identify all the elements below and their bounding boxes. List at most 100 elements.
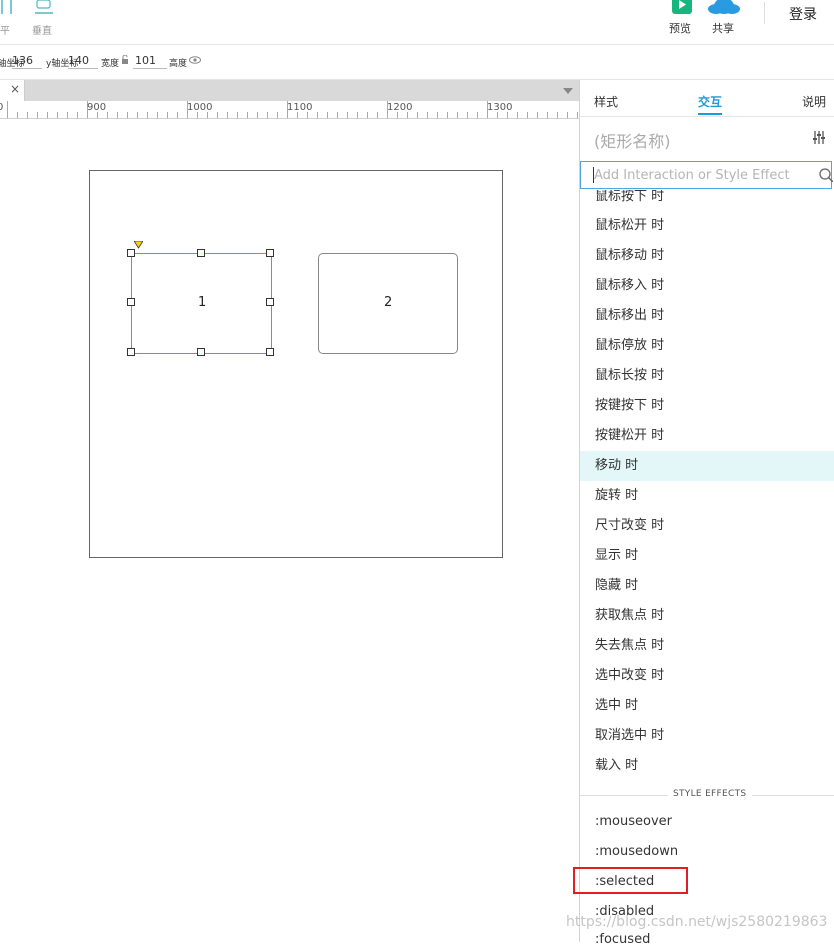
ruler-tick (517, 112, 518, 118)
event-item[interactable]: 旋转 时 (580, 481, 834, 511)
dynamic-panel-frame[interactable] (89, 170, 503, 558)
rectangle-1[interactable]: 1 (131, 253, 272, 354)
resize-handle-left[interactable] (127, 298, 135, 306)
close-tab-icon[interactable]: × (10, 82, 20, 96)
event-item[interactable]: 失去焦点 时 (580, 631, 834, 661)
ruler-tick (367, 112, 368, 118)
event-item[interactable]: 鼠标停放 时 (580, 331, 834, 361)
ruler-tick (447, 112, 448, 118)
ruler-tick (147, 112, 148, 118)
ruler-tick (247, 112, 248, 118)
distribute-horizontal-button[interactable]: 平 (0, 0, 16, 40)
event-item[interactable]: 鼠标松开 时 (580, 211, 834, 241)
ruler-tick (377, 112, 378, 118)
event-item[interactable]: 鼠标长按 时 (580, 361, 834, 391)
ruler-tick (37, 112, 38, 118)
resize-handle-bottom-left[interactable] (127, 348, 135, 356)
page-tab[interactable]: × (0, 80, 25, 101)
ruler-tick (7, 101, 8, 118)
ruler-tick (217, 112, 218, 118)
share-button[interactable]: 共享 (708, 0, 742, 40)
event-item[interactable]: 取消选中 时 (580, 721, 834, 751)
rectangle-1-label: 1 (198, 295, 207, 310)
event-item[interactable]: 获取焦点 时 (580, 601, 834, 631)
ruler-tick (67, 112, 68, 118)
event-item[interactable]: 载入 时 (580, 751, 834, 781)
resize-handle-top-right[interactable] (266, 249, 274, 257)
ruler-tick (567, 112, 568, 118)
login-button[interactable]: 登录 (789, 4, 817, 24)
event-item[interactable]: 选中 时 (580, 691, 834, 721)
event-item[interactable]: 按键按下 时 (580, 391, 834, 421)
distribute-vertical-icon (35, 0, 53, 14)
ruler-tick (17, 112, 18, 118)
text-caret (593, 167, 594, 183)
distribute-horizontal-icon (1, 0, 12, 14)
tab-notes[interactable]: 说明 (802, 93, 826, 110)
style-effect-focused[interactable]: :focused (595, 932, 650, 947)
ruler-tick (107, 112, 108, 118)
watermark: https://blog.csdn.net/wjs2580219863 (566, 914, 828, 930)
ruler-tick (177, 112, 178, 118)
ruler-tick (227, 112, 228, 118)
toolbar-divider (764, 2, 765, 24)
resize-handle-top-left[interactable] (127, 249, 135, 257)
interaction-search-box[interactable] (580, 161, 833, 189)
settings-sliders-icon[interactable] (812, 131, 826, 144)
annotation-highlight-box (573, 867, 688, 894)
ruler-label: 1300 (487, 102, 513, 113)
style-effect-mousedown[interactable]: :mousedown (595, 844, 678, 859)
event-item[interactable]: 尺寸改变 时 (580, 511, 834, 541)
play-icon (672, 0, 692, 14)
ruler-label: 900 (87, 102, 107, 113)
event-item[interactable]: 鼠标按下 时 (580, 190, 834, 212)
widget-name-field[interactable]: (矩形名称) (594, 128, 671, 152)
style-effects-rule-right (752, 795, 834, 796)
ruler-tick (467, 112, 468, 118)
ruler-tick (237, 112, 238, 118)
resize-handle-bottom[interactable] (197, 348, 205, 356)
style-effect-mouseover[interactable]: :mouseover (595, 814, 672, 829)
resize-handle-right[interactable] (266, 298, 274, 306)
event-item[interactable]: 隐藏 时 (580, 571, 834, 601)
tab-interactions[interactable]: 交互 (698, 93, 722, 110)
event-item[interactable]: 显示 时 (580, 541, 834, 571)
top-toolbar: 平 垂直 预览 共享 登录 (0, 0, 834, 45)
distribute-vertical-button[interactable]: 垂直 (30, 0, 58, 40)
resize-handle-bottom-right[interactable] (266, 348, 274, 356)
search-icon[interactable] (819, 168, 833, 182)
style-effects-heading: STYLE EFFECTS (673, 789, 747, 799)
ruler-tick (47, 112, 48, 118)
distribute-horizontal-label: 平 (0, 26, 10, 37)
y-input[interactable]: 140 (68, 54, 98, 69)
distribute-vertical-label: 垂直 (32, 26, 52, 37)
preview-button[interactable]: 预览 (668, 0, 698, 40)
event-item[interactable]: 按键松开 时 (580, 421, 834, 451)
ruler-tick (77, 112, 78, 118)
ruler-tick (547, 112, 548, 118)
ruler-tick (417, 112, 418, 118)
ruler-tick (267, 112, 268, 118)
ruler-tick (357, 112, 358, 118)
event-item[interactable]: 鼠标移动 时 (580, 241, 834, 271)
rectangle-2[interactable]: 2 (318, 253, 458, 354)
ruler-tick (167, 112, 168, 118)
property-bar: x轴坐标 136 y轴坐标 140 宽度 101 高度 (0, 45, 834, 80)
ruler-tick (317, 112, 318, 118)
ruler-label: 0 (0, 102, 4, 113)
visibility-eye-icon[interactable] (189, 56, 201, 64)
event-item[interactable]: 鼠标移入 时 (580, 271, 834, 301)
ruler-tick (527, 112, 528, 118)
event-item[interactable]: 鼠标移出 时 (580, 301, 834, 331)
resize-handle-top[interactable] (197, 249, 205, 257)
width-input[interactable]: 101 (133, 54, 167, 69)
ruler-tick (327, 112, 328, 118)
tab-style[interactable]: 样式 (594, 93, 618, 110)
event-item-highlighted[interactable]: 移动 时 (580, 451, 834, 481)
event-item[interactable]: 选中改变 时 (580, 661, 834, 691)
lock-icon[interactable] (121, 55, 129, 64)
x-input[interactable]: 136 (12, 54, 42, 69)
interaction-search-input[interactable] (594, 168, 794, 183)
tab-menu-chevron-icon[interactable] (563, 88, 573, 94)
tab-bar-divider (580, 116, 834, 117)
